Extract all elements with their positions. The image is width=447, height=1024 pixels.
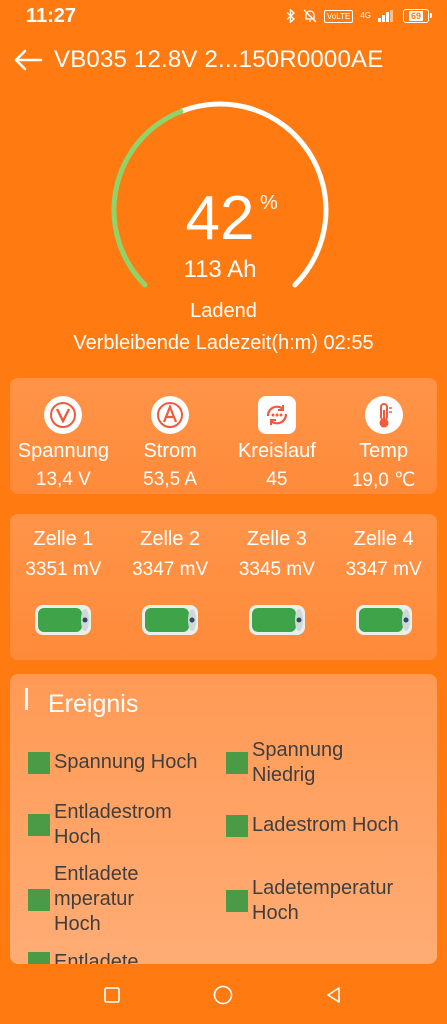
system-back-button[interactable] [323,984,345,1006]
volte-badge: VoLTE [323,9,354,23]
header: VB035 12.8V 2...150R0000AE [0,40,447,80]
section-marker [25,688,28,710]
events-card: Ereignis Spannung Hoch Spannung Niedrig E… [10,674,437,964]
voltage-icon [44,396,83,434]
event-label: Spannung Niedrig [252,739,344,786]
event-item: Entladete mperatur Hoch [28,862,139,937]
soc-percent-sign: % [260,192,278,214]
event-item: Ladestrom Hoch [226,813,399,838]
soc-percent: 42 [185,184,255,253]
home-icon [213,985,233,1005]
cell-4: Zelle 4 3347 mV [330,514,437,660]
event-label: Entladestrom Hoch [54,801,172,848]
event-indicator [28,751,50,774]
status-time: 11:27 [26,4,77,27]
recent-apps-icon [104,987,120,1003]
cell-voltage: 3347 mV [345,559,422,580]
arrow-left-icon [14,49,43,71]
cell-battery-icon [355,605,412,635]
stat-current: Strom 53,5 A [117,378,224,494]
cell-voltage: 3345 mV [238,559,315,580]
stat-temperature: Temp 19,0 ℃ [330,378,437,494]
mute-icon [303,9,317,23]
stat-voltage: Spannung 13,4 V [10,378,117,494]
cell-label: Zelle 2 [140,528,201,550]
stat-label: Kreislauf [237,440,316,462]
battery-level: 69 [408,11,423,21]
remaining-capacity: 113 Ah [183,256,257,283]
cell-battery-icon [248,605,305,635]
event-label: Spannung Hoch [54,751,198,773]
cell-label: Zelle 4 [353,528,414,550]
event-item: Spannung Hoch [28,750,197,775]
event-indicator [226,890,248,912]
stat-value: 19,0 ℃ [351,470,416,491]
status-bar: 11:27 VoLTE 4G 69 [0,0,447,32]
stats-card: Spannung 13,4 V Strom 53,5 A Kreislauf 4… [10,378,437,494]
event-label: Ladestrom Hoch [252,814,399,836]
cycle-icon [257,396,296,434]
cell-1: Zelle 1 3351 mV [10,514,117,660]
event-indicator [28,888,50,911]
status-icons: VoLTE 4G 69 [286,9,432,23]
soc-gauge: 42 % 113 Ah [100,100,340,320]
stat-label: Temp [359,440,409,462]
cell-battery-icon [142,605,199,635]
event-indicator [226,814,248,837]
stat-label: Spannung [17,440,109,462]
signal-icon [378,10,393,22]
charge-state: Ladend [190,300,257,322]
device-title: VB035 12.8V 2...150R0000AE [54,46,384,73]
cell-label: Zelle 3 [246,528,307,550]
cell-3: Zelle 3 3345 mV [224,514,331,660]
event-item: Spannung Niedrig [226,738,343,788]
stat-label: Strom [143,440,197,462]
cell-2: Zelle 2 3347 mV [117,514,224,660]
event-label: Ladetemperatur Hoch [252,877,394,924]
event-item: Ladetemperatur Hoch [226,876,393,926]
system-nav-bar [0,966,447,1024]
event-label: Entladete [54,951,139,964]
current-icon [151,396,190,434]
event-item: Entladete [28,950,139,964]
cell-battery-icon [35,605,92,635]
back-icon [327,987,340,1003]
event-label: Entladete mperatur Hoch [54,863,139,935]
home-button[interactable] [212,984,234,1006]
event-indicator [28,951,50,964]
back-button[interactable] [8,40,48,80]
stat-value: 53,5 A [143,469,198,490]
recent-apps-button[interactable] [101,984,123,1006]
thermometer-icon [364,396,403,434]
cell-voltage: 3351 mV [25,559,102,580]
event-item: Entladestrom Hoch [28,800,172,850]
battery-icon: 69 [403,9,432,23]
stat-value: 45 [266,469,288,490]
cell-label: Zelle 1 [33,528,94,550]
cell-voltage: 3347 mV [132,559,209,580]
cells-card: Zelle 1 3351 mV Zelle 2 3347 mV Zelle 3 … [10,514,437,660]
network-type: 4G [360,11,371,20]
events-title: Ereignis [48,690,139,718]
stat-cycles: Kreislauf 45 [224,378,331,494]
event-indicator [226,752,248,774]
remaining-time: Verbleibende Ladezeit(h:m) 02:55 [73,332,374,354]
stat-value: 13,4 V [35,469,91,490]
event-indicator [28,814,50,836]
bluetooth-icon [286,9,295,23]
